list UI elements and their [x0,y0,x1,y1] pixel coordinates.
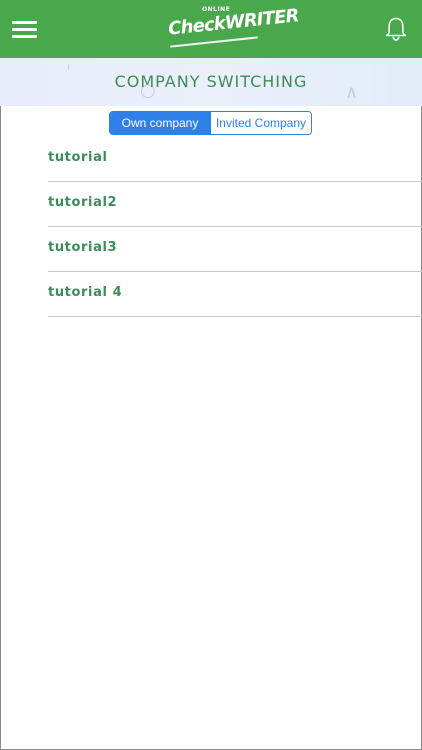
list-item-company[interactable]: tutorial3 [48,227,422,272]
app-logo: ONLINE CheckWRITER [166,3,300,53]
page-title: COMPANY SWITCHING [114,72,308,91]
logo-checkwriter-text: CheckWRITER [167,5,300,40]
list-item-company[interactable]: tutorial2 [48,182,422,227]
company-type-toggle: Own company Invited Company [109,111,312,135]
top-app-bar: ONLINE CheckWRITER [0,0,422,58]
company-name: tutorial2 [48,194,118,210]
company-list: tutorial tutorial2 tutorial3 tutorial 4 [48,137,422,317]
tab-invited-company[interactable]: Invited Company [210,112,311,134]
company-name: tutorial3 [48,239,118,255]
page-header-banner: ˈ ○ ∧ COMPANY SWITCHING [0,58,422,106]
hamburger-menu-icon[interactable] [12,19,38,39]
bell-icon[interactable] [384,16,408,42]
list-item-company[interactable]: tutorial 4 [48,272,422,317]
company-name: tutorial 4 [48,284,123,300]
company-name: tutorial [48,149,108,165]
tab-own-company[interactable]: Own company [110,112,210,134]
list-item-company[interactable]: tutorial [48,137,422,182]
